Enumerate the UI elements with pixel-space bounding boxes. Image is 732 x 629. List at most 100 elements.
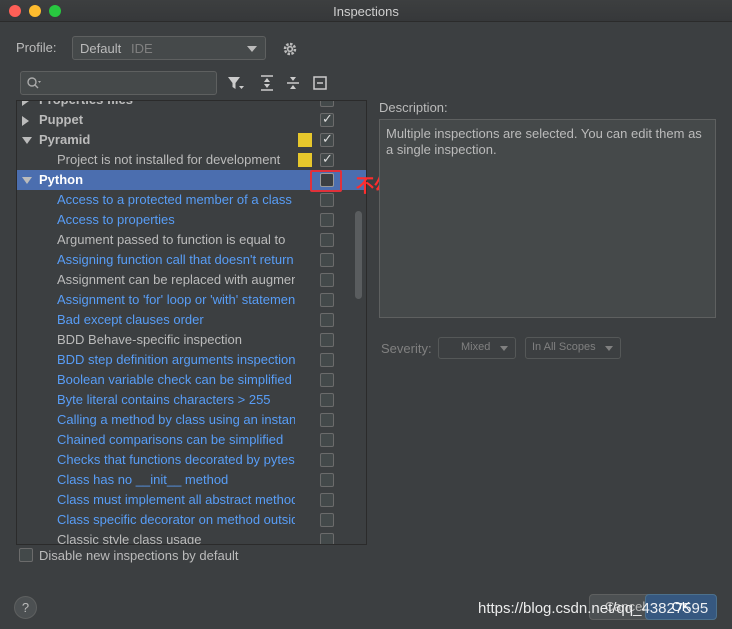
tree-row[interactable]: BDD step definition arguments inspection <box>17 350 366 370</box>
tree-row[interactable]: Assignment can be replaced with augmente… <box>17 270 366 290</box>
severity-swatch <box>298 153 312 167</box>
tree-row[interactable]: Chained comparisons can be simplified <box>17 430 366 450</box>
expand-triangle-icon[interactable] <box>22 137 32 144</box>
collapse-all-icon[interactable] <box>284 74 302 92</box>
tree-row[interactable]: BDD Behave-specific inspection <box>17 330 366 350</box>
tree-row-label: Checks that functions decorated by pytes… <box>57 452 295 467</box>
profile-dropdown[interactable]: Default IDE <box>72 36 266 60</box>
chevron-down-icon <box>605 346 613 351</box>
window-title: Inspections <box>333 4 399 19</box>
inspection-checkbox[interactable] <box>320 213 334 227</box>
inspections-dialog: Inspections Profile: Default IDE Classic… <box>0 0 732 629</box>
tree-row-label: Puppet <box>39 112 84 127</box>
inspection-checkbox[interactable] <box>320 413 334 427</box>
tree-row-label: Access to a protected member of a class <box>57 192 292 207</box>
inspection-checkbox[interactable] <box>320 101 334 107</box>
inspection-checkbox[interactable] <box>320 293 334 307</box>
tree-row-label: Boolean variable check can be simplified <box>57 372 292 387</box>
tree-row[interactable]: Bad except clauses order <box>17 310 366 330</box>
tree-row[interactable]: Byte literal contains characters > 255 <box>17 390 366 410</box>
tree-row[interactable]: Access to properties <box>17 210 366 230</box>
highlight-box <box>310 170 342 192</box>
inspection-checkbox[interactable] <box>320 111 334 127</box>
tree-row[interactable]: Assigning function call that doesn't ret… <box>17 250 366 270</box>
tree-row-label: Assignment can be replaced with augmente… <box>57 272 295 287</box>
tree-row-label: Project is not installed for development <box>57 152 281 167</box>
tree-row[interactable]: Argument passed to function is equal to <box>17 230 366 250</box>
search-input[interactable] <box>20 71 217 95</box>
chevron-down-icon <box>247 46 257 52</box>
tree-row-label: Assignment to 'for' loop or 'with' state… <box>57 292 295 307</box>
inspection-checkbox[interactable] <box>320 453 334 467</box>
profile-value: Default <box>80 41 122 56</box>
severity-dropdown: Mixed <box>438 337 516 359</box>
inspection-checkbox[interactable] <box>320 233 334 247</box>
tree-row-label: Calling a method by class using an insta… <box>57 412 295 427</box>
profile-label: Profile: <box>16 40 57 55</box>
tree-row[interactable]: Assignment to 'for' loop or 'with' state… <box>17 290 366 310</box>
inspection-checkbox[interactable] <box>320 373 334 387</box>
inspection-checkbox[interactable] <box>320 353 334 367</box>
gear-icon[interactable] <box>281 40 299 58</box>
inspection-checkbox[interactable] <box>320 151 334 167</box>
inspection-checkbox[interactable] <box>320 433 334 447</box>
title-bar[interactable]: Inspections <box>0 0 732 22</box>
tree-row[interactable]: Class specific decorator on method outsi… <box>17 510 366 530</box>
tree-row-label: Class must implement all abstract method… <box>57 492 295 507</box>
inspection-checkbox[interactable] <box>320 313 334 327</box>
tree-row[interactable]: Class has no __init__ method <box>17 470 366 490</box>
reset-icon[interactable] <box>311 74 329 92</box>
inspection-checkbox[interactable] <box>320 533 334 544</box>
tree-row-label: Pyramid <box>39 132 91 147</box>
scope-dropdown: In All Scopes <box>525 337 621 359</box>
tree-row[interactable]: Boolean variable check can be simplified <box>17 370 366 390</box>
expand-all-icon[interactable] <box>258 74 276 92</box>
inspection-checkbox[interactable] <box>320 131 334 147</box>
tree-row-label: Class has no __init__ method <box>57 472 229 487</box>
filter-icon[interactable] <box>227 74 245 92</box>
tree-row[interactable]: Project is not installed for development <box>17 150 366 170</box>
inspection-checkbox[interactable] <box>320 273 334 287</box>
tree-row-label: BDD Behave-specific inspection <box>57 332 242 347</box>
tree-group-row[interactable]: Pyramid <box>17 130 366 150</box>
inspection-checkbox[interactable] <box>320 513 334 527</box>
tree-row[interactable]: Class must implement all abstract method… <box>17 490 366 510</box>
search-icon <box>27 77 41 89</box>
disable-new-inspections-checkbox[interactable] <box>19 548 33 562</box>
tree-row[interactable]: Checks that functions decorated by pytes… <box>17 450 366 470</box>
inspection-checkbox[interactable] <box>320 473 334 487</box>
tree-row-label: Class specific decorator on method outsi… <box>57 512 295 527</box>
tree-row[interactable]: Classic style class usage <box>17 530 366 545</box>
expand-triangle-icon[interactable] <box>22 177 32 184</box>
inspections-tree[interactable]: Classic style class usage Class specific … <box>16 100 367 545</box>
tree-row-label: Python <box>39 172 84 187</box>
tree-row-label: Access to properties <box>57 212 175 227</box>
scope-value: In All Scopes <box>532 341 596 353</box>
inspection-checkbox[interactable] <box>320 493 334 507</box>
tree-scrollbar[interactable] <box>355 211 362 299</box>
tree-group-row[interactable]: Properties files <box>17 101 366 110</box>
tree-row[interactable]: Access to a protected member of a class <box>17 190 366 210</box>
inspection-checkbox[interactable] <box>320 253 334 267</box>
watermark: https://blog.csdn.net/qq_43827595 <box>478 600 709 617</box>
disable-new-inspections-label: Disable new inspections by default <box>39 548 239 563</box>
description-label: Description: <box>379 100 448 115</box>
tree-row-label: Byte literal contains characters > 255 <box>57 392 271 407</box>
collapse-triangle-icon[interactable] <box>22 101 29 106</box>
profile-scope: IDE <box>131 41 153 56</box>
inspection-checkbox[interactable] <box>320 393 334 407</box>
tree-row-label: Properties files <box>39 101 133 107</box>
severity-swatch <box>298 133 312 147</box>
tree-row-label: Argument passed to function is equal to <box>57 232 286 247</box>
help-button[interactable]: ? <box>14 596 37 619</box>
tree-row-label: Chained comparisons can be simplified <box>57 432 284 447</box>
inspection-checkbox[interactable] <box>320 333 334 347</box>
severity-label: Severity: <box>381 341 432 356</box>
collapse-triangle-icon[interactable] <box>22 116 29 126</box>
tree-row-label: BDD step definition arguments inspection <box>57 352 295 367</box>
tree-row-label: Bad except clauses order <box>57 312 204 327</box>
inspection-checkbox[interactable] <box>320 193 334 207</box>
tree-row[interactable]: Calling a method by class using an insta… <box>17 410 366 430</box>
tree-row-label: Classic style class usage <box>57 532 202 545</box>
tree-group-row[interactable]: Puppet <box>17 110 366 130</box>
